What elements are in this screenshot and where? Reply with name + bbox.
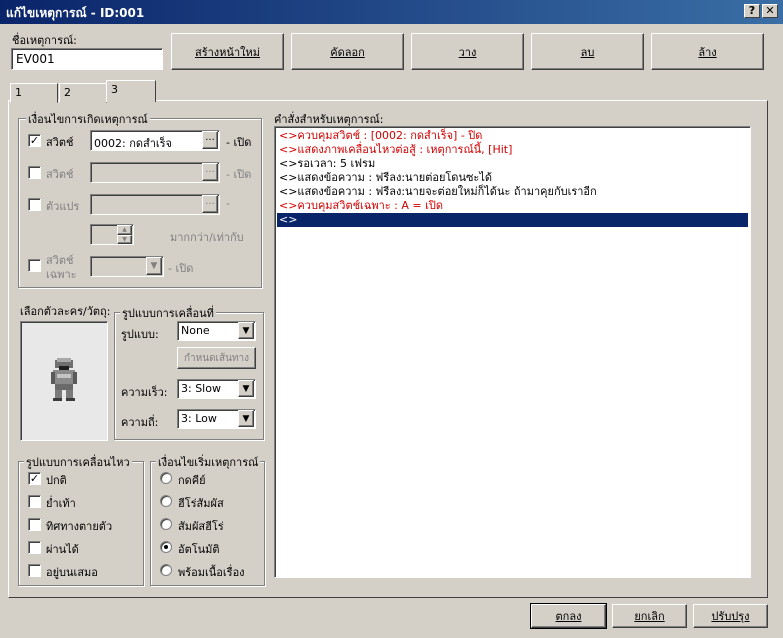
option-always-on-top-label: อยู่บนเสมอ bbox=[46, 566, 98, 579]
self-switch-checkbox[interactable] bbox=[28, 259, 41, 272]
event-name-label: ชื่อเหตุการณ์: bbox=[12, 34, 77, 47]
speed-dropdown-icon[interactable]: ▼ bbox=[238, 380, 254, 397]
cancel-button[interactable]: ยกเลิก bbox=[612, 604, 687, 628]
switch2-checkbox[interactable] bbox=[28, 166, 41, 179]
speed-label: ความเร็ว: bbox=[121, 386, 168, 399]
variable-field[interactable] bbox=[90, 194, 220, 215]
help-button[interactable]: ? bbox=[744, 4, 760, 18]
trigger-action-button-label: กดคีย์ bbox=[178, 474, 206, 487]
command-line[interactable]: <>แสดงข้อความ : ฟรีลง:นายจะต่อยใหม่ก็ได้… bbox=[277, 185, 597, 199]
switch1-label: สวิตช์ bbox=[46, 136, 74, 149]
new-page-label: สร้างหน้าใหม่ bbox=[195, 45, 260, 59]
trigger-title: เงื่อนไขเริ่มเหตุการณ์ bbox=[156, 453, 261, 471]
command-line[interactable]: <>ควบคุมสวิตช์ : [0002: กดสำเร็จ] - ปิด bbox=[277, 129, 482, 143]
switch2-field[interactable] bbox=[90, 162, 220, 183]
spinner-down-icon[interactable]: ▼ bbox=[117, 235, 132, 244]
switch2-suffix: - เปิด bbox=[226, 168, 252, 181]
trigger-player-touch-label: ฮีโร่สัมผัส bbox=[178, 497, 224, 510]
switch2-browse-button[interactable]: ... bbox=[202, 163, 218, 181]
movement-type-label: รูปแบบ: bbox=[121, 328, 159, 341]
apply-label: ปรับปรุง bbox=[711, 610, 750, 623]
trigger-parallel-label: พร้อมเนื้อเรื่อง bbox=[178, 566, 245, 579]
option-direction-fix-checkbox[interactable] bbox=[28, 518, 41, 531]
variable-suffix: - bbox=[226, 197, 230, 210]
frequency-dropdown-icon[interactable]: ▼ bbox=[238, 410, 254, 427]
movement-title: รูปแบบการเคลื่อนที่ bbox=[120, 304, 216, 322]
movement-type-dropdown-icon[interactable]: ▼ bbox=[238, 322, 254, 339]
event-name-input[interactable]: EV001 bbox=[11, 48, 163, 70]
clear-page-button[interactable]: ล้าง bbox=[651, 33, 764, 70]
switch1-field[interactable]: 0002: กดสำเร็จ bbox=[90, 130, 220, 151]
conditions-title: เงื่อนไขการเกิดเหตุการณ์ bbox=[26, 110, 150, 128]
delete-page-button[interactable]: ลบ bbox=[531, 33, 644, 70]
option-always-on-top-checkbox[interactable] bbox=[28, 564, 41, 577]
option-normal-checkbox[interactable]: ✓ bbox=[28, 472, 41, 485]
variable-checkbox[interactable] bbox=[28, 198, 41, 211]
self-switch-label-line2: เฉพาะ bbox=[46, 268, 77, 281]
option-through-checkbox[interactable] bbox=[28, 541, 41, 554]
variable-compare-label: มากกว่า/เท่ากับ bbox=[170, 231, 244, 244]
tab-page-2[interactable]: 2 bbox=[59, 83, 107, 103]
graphic-label: เลือกตัวละคร/วัตถุ: bbox=[20, 305, 111, 318]
self-switch-suffix: - เปิด bbox=[168, 262, 194, 275]
close-icon[interactable]: ✕ bbox=[762, 4, 778, 18]
clear-page-label: ล้าง bbox=[698, 45, 717, 59]
paste-page-label: วาง bbox=[458, 45, 477, 59]
trigger-event-touch-label: สัมผัสฮีโร่ bbox=[178, 520, 224, 533]
option-through-label: ผ่านได้ bbox=[46, 543, 79, 556]
option-stepping-label: ย่ำเท้า bbox=[46, 497, 76, 510]
trigger-event-touch-radio[interactable] bbox=[160, 518, 172, 530]
tab-page-1[interactable]: 1 bbox=[10, 83, 58, 103]
command-line[interactable]: <>ควบคุมสวิตช์เฉพาะ : A = เปิด bbox=[277, 199, 443, 213]
switch1-suffix: - เปิด bbox=[226, 136, 252, 149]
trigger-autorun-radio[interactable] bbox=[160, 541, 172, 553]
switch1-browse-button[interactable]: ... bbox=[202, 131, 218, 149]
cancel-label: ยกเลิก bbox=[634, 610, 665, 623]
option-direction-fix-label: ทิศทางตายตัว bbox=[46, 520, 113, 533]
command-line-selected[interactable]: <> bbox=[277, 213, 748, 227]
trigger-autorun-label: อัตโนมัติ bbox=[178, 543, 220, 556]
command-line[interactable]: <>แสดงภาพเคลื่อนไหวต่อสู้ : เหตุการณ์นี้… bbox=[277, 143, 512, 157]
trigger-action-button-radio[interactable] bbox=[160, 472, 172, 484]
move-route-button[interactable]: กำหนดเส้นทาง bbox=[177, 347, 256, 369]
option-stepping-checkbox[interactable] bbox=[28, 495, 41, 508]
apply-button[interactable]: ปรับปรุง bbox=[693, 604, 768, 628]
ok-label: ตกลง bbox=[555, 610, 582, 623]
trigger-parallel-radio[interactable] bbox=[160, 564, 172, 576]
tab-page-3[interactable]: 3 bbox=[106, 80, 156, 102]
copy-page-button[interactable]: คัดลอก bbox=[291, 33, 404, 70]
frequency-label: ความถี่: bbox=[121, 416, 159, 429]
trigger-player-touch-radio[interactable] bbox=[160, 495, 172, 507]
command-list[interactable]: <>ควบคุมสวิตช์ : [0002: กดสำเร็จ] - ปิด … bbox=[274, 126, 751, 578]
copy-page-label: คัดลอก bbox=[330, 45, 365, 59]
variable-browse-button[interactable]: ... bbox=[202, 195, 218, 213]
variable-label: ตัวแปร bbox=[46, 200, 80, 213]
spinner-up-icon[interactable]: ▲ bbox=[117, 225, 132, 235]
command-line[interactable]: <>แสดงข้อความ : ฟรีลง:นายต่อยโดนซะได้ bbox=[277, 171, 492, 185]
switch1-checkbox[interactable]: ✓ bbox=[28, 134, 41, 147]
self-switch-dropdown-icon[interactable]: ▼ bbox=[146, 257, 162, 275]
graphic-preview[interactable] bbox=[20, 321, 108, 441]
option-normal-label: ปกติ bbox=[46, 474, 67, 487]
delete-page-label: ลบ bbox=[580, 45, 595, 59]
armored-knight-icon bbox=[51, 358, 77, 401]
new-page-button[interactable]: สร้างหน้าใหม่ bbox=[171, 33, 284, 70]
window-title: แก้ไขเหตุการณ์ - ID:001 bbox=[6, 6, 145, 20]
command-line[interactable]: <>รอเวลา: 5 เฟรม bbox=[277, 157, 375, 171]
switch2-label: สวิตช์ bbox=[46, 168, 74, 181]
paste-page-button[interactable]: วาง bbox=[411, 33, 524, 70]
ok-button[interactable]: ตกลง bbox=[530, 603, 607, 629]
options-title: รูปแบบการเคลื่อนไหว bbox=[24, 453, 132, 471]
